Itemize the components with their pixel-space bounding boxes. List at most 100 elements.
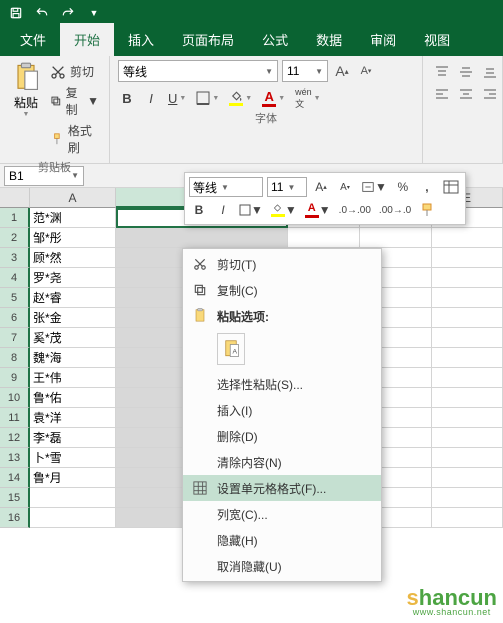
row-header[interactable]: 11: [0, 408, 30, 428]
cell[interactable]: [360, 228, 432, 248]
cell[interactable]: 赵*睿: [30, 288, 116, 308]
row-header[interactable]: 16: [0, 508, 30, 528]
cell[interactable]: [288, 228, 360, 248]
row-header[interactable]: 3: [0, 248, 30, 268]
cell[interactable]: 范*渊: [30, 208, 116, 228]
tab-页面布局[interactable]: 页面布局: [168, 23, 248, 56]
tab-公式[interactable]: 公式: [248, 23, 302, 56]
cell[interactable]: [432, 388, 503, 408]
cell[interactable]: [432, 348, 503, 368]
tab-数据[interactable]: 数据: [302, 23, 356, 56]
align-right-icon[interactable]: [479, 84, 501, 104]
fill-color-button[interactable]: ▼: [227, 88, 254, 108]
underline-button[interactable]: U▼: [166, 88, 188, 108]
ctx-delete[interactable]: 删除(D): [183, 423, 381, 449]
save-icon[interactable]: [6, 3, 26, 23]
ctx-cut[interactable]: 剪切(T): [183, 251, 381, 277]
row-header[interactable]: 10: [0, 388, 30, 408]
font-color-button[interactable]: A▼: [260, 88, 287, 108]
mini-accounting-icon[interactable]: ▼: [359, 177, 389, 197]
font-name-select[interactable]: 等线▼: [118, 60, 278, 82]
mini-decrease-decimal-icon[interactable]: .0→.00: [337, 200, 373, 220]
cell[interactable]: 奚*茂: [30, 328, 116, 348]
mini-font-name[interactable]: 等线▼: [189, 177, 263, 197]
cell[interactable]: [30, 488, 116, 508]
ctx-copy[interactable]: 复制(C): [183, 277, 381, 303]
row-header[interactable]: 12: [0, 428, 30, 448]
mini-font-size[interactable]: 11▼: [267, 177, 307, 197]
tab-开始[interactable]: 开始: [60, 23, 114, 56]
cell[interactable]: [432, 308, 503, 328]
row-header[interactable]: 1: [0, 208, 30, 228]
undo-icon[interactable]: [32, 3, 52, 23]
format-painter-button[interactable]: 格式刷: [48, 121, 101, 157]
row-header[interactable]: 4: [0, 268, 30, 288]
bold-button[interactable]: B: [118, 88, 136, 108]
redo-icon[interactable]: [58, 3, 78, 23]
tab-审阅[interactable]: 审阅: [356, 23, 410, 56]
row-header[interactable]: 6: [0, 308, 30, 328]
align-center-icon[interactable]: [455, 84, 477, 104]
italic-button[interactable]: I: [142, 88, 160, 108]
cell[interactable]: 张*金: [30, 308, 116, 328]
row-header[interactable]: 2: [0, 228, 30, 248]
mini-cell-format-icon[interactable]: [441, 177, 461, 197]
row-header[interactable]: 5: [0, 288, 30, 308]
ctx-paste-special[interactable]: 选择性粘贴(S)...: [183, 371, 381, 397]
row-header[interactable]: 8: [0, 348, 30, 368]
cell[interactable]: 鲁*月: [30, 468, 116, 488]
cell[interactable]: [432, 248, 503, 268]
tab-视图[interactable]: 视图: [410, 23, 464, 56]
cell[interactable]: [432, 288, 503, 308]
select-all-corner[interactable]: [0, 188, 30, 208]
mini-bold-button[interactable]: B: [189, 200, 209, 220]
row-header[interactable]: 15: [0, 488, 30, 508]
mini-border-icon[interactable]: ▼: [237, 200, 265, 220]
mini-fill-color-icon[interactable]: ▼: [269, 200, 299, 220]
cell[interactable]: [432, 408, 503, 428]
cell[interactable]: 顾*然: [30, 248, 116, 268]
ctx-column-width[interactable]: 列宽(C)...: [183, 501, 381, 527]
phonetic-button[interactable]: wén文▼: [293, 88, 322, 108]
cell[interactable]: [30, 508, 116, 528]
mini-increase-decimal-icon[interactable]: .00→.0: [377, 200, 413, 220]
align-bottom-icon[interactable]: [479, 62, 501, 82]
paste-button[interactable]: 粘贴 ▼: [8, 60, 44, 157]
cell[interactable]: [432, 448, 503, 468]
cut-button[interactable]: 剪切: [48, 62, 101, 81]
increase-font-icon[interactable]: A▴: [332, 61, 352, 81]
align-middle-icon[interactable]: [455, 62, 477, 82]
cell[interactable]: [432, 368, 503, 388]
row-header[interactable]: 9: [0, 368, 30, 388]
cell[interactable]: 袁*洋: [30, 408, 116, 428]
cell[interactable]: 王*伟: [30, 368, 116, 388]
cell[interactable]: [432, 428, 503, 448]
mini-decrease-font-icon[interactable]: A▾: [335, 177, 355, 197]
mini-comma-button[interactable]: ,: [417, 177, 437, 197]
mini-percent-button[interactable]: %: [393, 177, 413, 197]
row-header[interactable]: 13: [0, 448, 30, 468]
copy-button[interactable]: 复制▼: [48, 83, 101, 119]
mini-format-painter-icon[interactable]: [417, 200, 437, 220]
cell[interactable]: [432, 328, 503, 348]
ctx-format-cells[interactable]: 设置单元格格式(F)...: [183, 475, 381, 501]
font-size-select[interactable]: 11▼: [282, 60, 328, 82]
row-header[interactable]: 14: [0, 468, 30, 488]
row-header[interactable]: 7: [0, 328, 30, 348]
column-header[interactable]: A: [30, 188, 116, 208]
cell[interactable]: [432, 228, 503, 248]
paste-option-values[interactable]: A: [217, 333, 245, 365]
tab-文件[interactable]: 文件: [6, 23, 60, 56]
cell[interactable]: 卜*雪: [30, 448, 116, 468]
cell[interactable]: 魏*海: [30, 348, 116, 368]
cell[interactable]: 鲁*佑: [30, 388, 116, 408]
mini-font-color-icon[interactable]: A▼: [303, 200, 333, 220]
tab-插入[interactable]: 插入: [114, 23, 168, 56]
cell[interactable]: 罗*尧: [30, 268, 116, 288]
cell[interactable]: [116, 228, 288, 248]
cell[interactable]: [432, 488, 503, 508]
cell[interactable]: 邹*彤: [30, 228, 116, 248]
cell[interactable]: [432, 508, 503, 528]
cell[interactable]: 李*磊: [30, 428, 116, 448]
ctx-insert[interactable]: 插入(I): [183, 397, 381, 423]
